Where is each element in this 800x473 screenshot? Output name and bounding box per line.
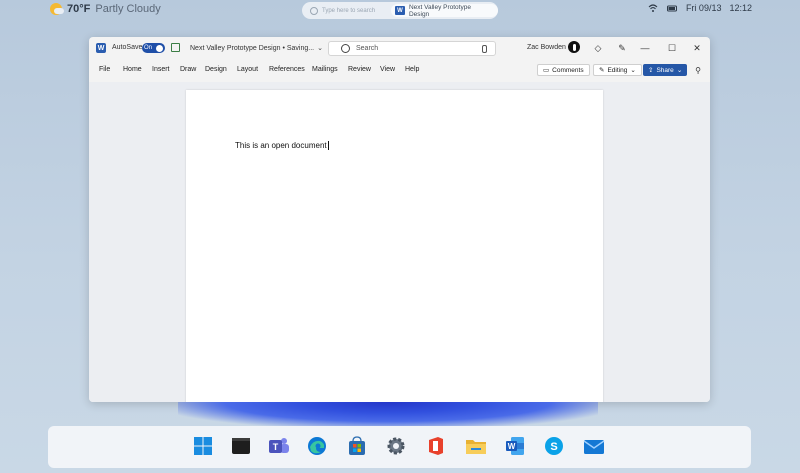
settings-icon[interactable] [385,435,407,457]
tab-insert[interactable]: Insert [152,66,170,73]
pen-icon[interactable]: ✎ [616,42,628,54]
battery-icon[interactable] [666,4,678,13]
file-explorer-icon[interactable] [465,435,487,457]
document-title[interactable]: Next Valley Prototype Design • Saving...… [190,44,323,52]
system-tray: Fri 09/13 12:12 [648,3,752,13]
wifi-icon[interactable] [648,3,658,13]
word-icon: W [395,6,405,15]
taskbar: T W S [48,426,751,468]
maximize-button[interactable]: ☐ [665,41,679,55]
date-label[interactable]: Fri 09/13 [686,3,722,13]
weather-temp: 70°F [67,3,91,15]
skype-icon[interactable]: S [543,435,565,457]
diamond-icon[interactable]: ◇ [592,42,604,54]
weather-condition: Partly Cloudy [95,3,161,15]
word-icon: W [96,43,106,53]
microphone-icon[interactable] [482,44,487,53]
document-body-text: This is an open document [235,141,327,150]
office-icon[interactable] [425,435,447,457]
tab-file[interactable]: File [99,66,110,73]
tab-mailings[interactable]: Mailings [312,66,338,73]
document-canvas: This is an open document [89,82,710,402]
teams-icon[interactable]: T [268,435,290,457]
autosave-toggle[interactable]: On [142,43,165,53]
search-input[interactable]: Search [328,41,496,56]
share-label: Share [656,66,674,74]
search-icon [341,44,350,53]
text-caret [327,141,329,151]
wallpaper-bloom [178,402,598,427]
mail-icon[interactable] [583,435,605,457]
taskbar-search[interactable]: Type here to search W Next Valley Protot… [302,2,498,19]
search-icon [310,6,318,15]
svg-text:S: S [550,441,557,453]
pencil-icon: ✎ [599,67,605,74]
ribbon-menu: File Home Insert Draw Design Layout Refe… [89,62,710,80]
chevron-down-icon: ⌄ [630,67,636,74]
chevron-down-icon: ⌄ [676,67,683,74]
user-name[interactable]: Zac Bowden [527,44,566,51]
tab-view[interactable]: View [380,66,395,73]
tab-home[interactable]: Home [123,66,142,73]
comment-icon: ▭ [543,67,550,74]
document-title-text: Next Valley Prototype Design • Saving... [190,45,315,52]
share-icon: ⇪ [648,67,654,74]
tab-review[interactable]: Review [348,66,371,73]
active-window-title: Next Valley Prototype Design [408,3,471,18]
toggle-knob [156,44,163,52]
edge-icon[interactable] [306,435,328,457]
tab-references[interactable]: References [269,66,305,73]
search-placeholder: Search [356,45,379,52]
partly-cloudy-icon [50,3,64,15]
comments-button[interactable]: ▭ Comments [537,64,590,76]
weather-widget[interactable]: 70°F Partly Cloudy [50,3,161,15]
pin-ribbon-icon[interactable]: ⚲ [692,64,704,76]
tab-layout[interactable]: Layout [237,66,258,73]
tab-draw[interactable]: Draw [180,66,196,73]
document-page[interactable]: This is an open document [186,90,603,402]
status-bar: 70°F Partly Cloudy Type here to search W… [0,0,800,20]
tab-help[interactable]: Help [405,66,419,73]
tab-design[interactable]: Design [205,66,227,73]
autosave-label: AutoSave [112,44,143,51]
editing-label: Editing [607,66,628,74]
editing-mode-button[interactable]: ✎ Editing ⌄ [593,64,642,76]
time-label[interactable]: 12:12 [729,3,752,13]
store-icon[interactable] [346,435,368,457]
word-icon[interactable]: W [504,435,526,457]
svg-text:W: W [508,442,516,451]
document-body[interactable]: This is an open document [235,141,329,151]
save-icon[interactable] [171,43,180,52]
title-bar: W AutoSave On Next Valley Prototype Desi… [89,37,710,60]
word-window: W AutoSave On Next Valley Prototype Desi… [89,37,710,402]
share-button[interactable]: ⇪ Share ⌄ [643,64,688,76]
close-button[interactable]: ✕ [690,41,704,55]
autosave-state: On [144,45,153,51]
svg-text:T: T [273,442,279,452]
start-icon[interactable] [192,435,214,457]
comments-label: Comments [552,66,584,74]
avatar[interactable] [568,41,580,53]
search-placeholder: Type here to search [322,7,376,14]
minimize-button[interactable]: — [638,41,652,55]
active-window-chip[interactable]: W Next Valley Prototype Design [391,3,498,18]
chevron-down-icon: ⌄ [317,45,323,52]
terminal-icon[interactable] [230,435,252,457]
